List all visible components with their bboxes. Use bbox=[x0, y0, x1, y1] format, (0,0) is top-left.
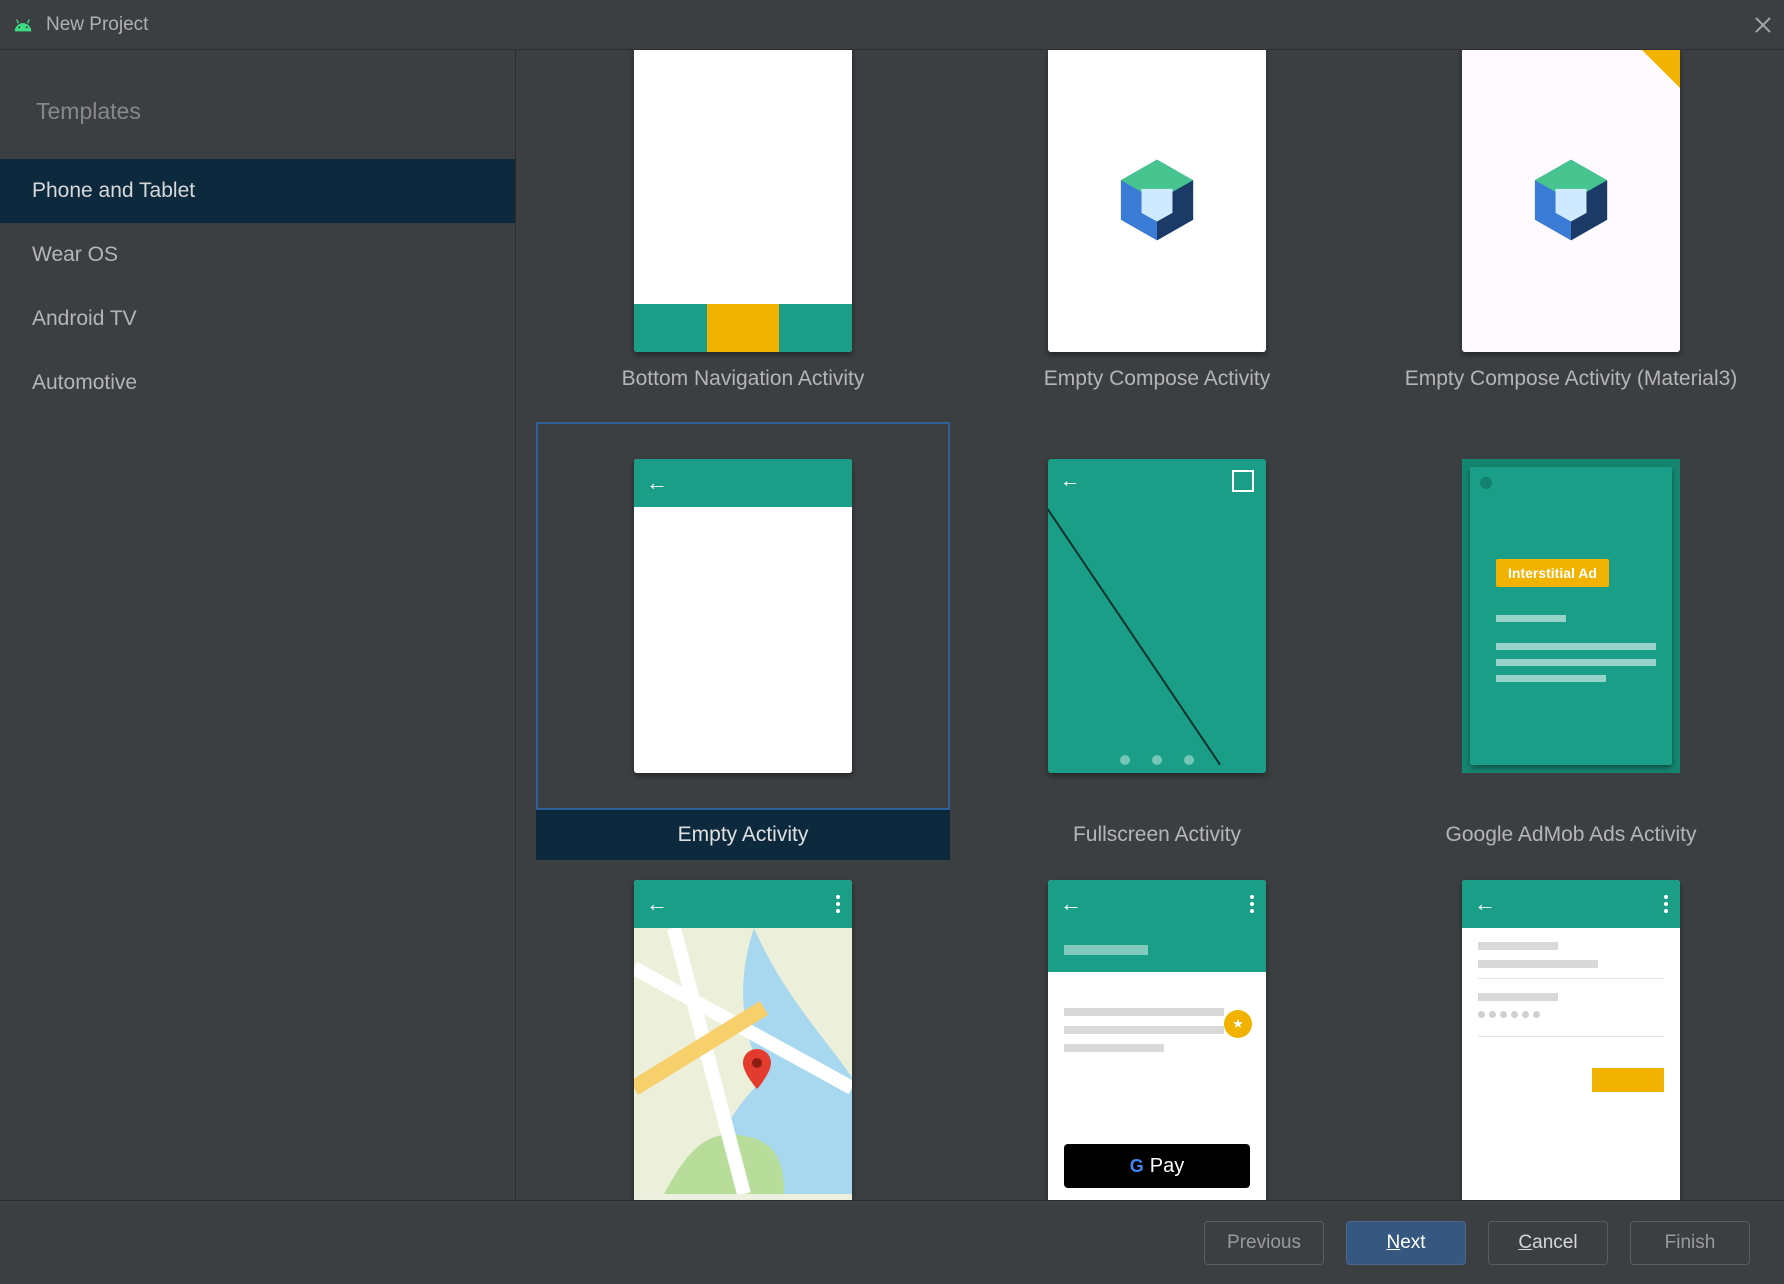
sidebar: Templates Phone and Tablet Wear OS Andro… bbox=[0, 50, 516, 1200]
template-thumbnail bbox=[536, 50, 950, 354]
back-arrow-icon: ← bbox=[1060, 891, 1082, 917]
template-fullscreen[interactable]: ← Fullscreen Activity bbox=[950, 422, 1364, 860]
template-google-pay[interactable]: ← G Pay bbox=[950, 878, 1364, 1200]
template-google-maps[interactable]: ← bbox=[536, 878, 950, 1200]
template-thumbnail: ← bbox=[536, 878, 950, 1200]
map-preview-icon bbox=[634, 928, 852, 1200]
back-arrow-icon: ← bbox=[1060, 470, 1080, 493]
star-fab-icon bbox=[1224, 1010, 1252, 1038]
android-icon bbox=[12, 18, 34, 32]
template-label: Google AdMob Ads Activity bbox=[1364, 810, 1778, 860]
sidebar-item-automotive[interactable]: Automotive bbox=[0, 351, 515, 415]
template-empty-compose-m3[interactable]: Empty Compose Activity (Material3) bbox=[1364, 50, 1778, 404]
wizard-footer: Previous Next Cancel Finish bbox=[0, 1200, 1784, 1284]
overflow-menu-icon bbox=[1250, 895, 1254, 913]
template-empty-activity[interactable]: ← Empty Activity bbox=[536, 422, 950, 860]
login-button-icon bbox=[1592, 1068, 1664, 1092]
template-thumbnail: ← bbox=[536, 422, 950, 810]
template-empty-compose[interactable]: Empty Compose Activity bbox=[950, 50, 1364, 404]
interstitial-ad-badge: Interstitial Ad bbox=[1496, 559, 1609, 587]
sidebar-item-phone-tablet[interactable]: Phone and Tablet bbox=[0, 159, 515, 223]
template-bottom-navigation[interactable]: Bottom Navigation Activity bbox=[536, 50, 950, 404]
button-label: Next bbox=[1386, 1232, 1425, 1254]
cancel-button[interactable]: Cancel bbox=[1488, 1221, 1608, 1265]
template-login[interactable]: ← bbox=[1364, 878, 1778, 1200]
titlebar: New Project bbox=[0, 0, 1784, 50]
status-dot-icon bbox=[1480, 477, 1492, 489]
template-thumbnail: ← G Pay bbox=[950, 878, 1364, 1200]
overflow-menu-icon bbox=[1664, 895, 1668, 913]
template-gallery: Bottom Navigation Activity bbox=[516, 50, 1784, 1200]
sidebar-item-label: Phone and Tablet bbox=[32, 179, 195, 203]
button-label: Cancel bbox=[1518, 1232, 1577, 1254]
template-thumbnail: Interstitial Ad bbox=[1364, 422, 1778, 810]
back-arrow-icon: ← bbox=[1474, 891, 1496, 917]
template-thumbnail: ← bbox=[950, 422, 1364, 810]
sidebar-item-label: Automotive bbox=[32, 371, 137, 395]
bottom-nav-icon bbox=[634, 304, 852, 352]
button-label: Finish bbox=[1665, 1232, 1716, 1254]
pager-dots-icon bbox=[1048, 755, 1266, 765]
template-label: Empty Activity bbox=[536, 810, 950, 860]
template-thumbnail bbox=[950, 50, 1364, 354]
sidebar-heading: Templates bbox=[0, 98, 515, 159]
next-button[interactable]: Next bbox=[1346, 1221, 1466, 1265]
template-label: Fullscreen Activity bbox=[950, 810, 1364, 860]
sidebar-item-android-tv[interactable]: Android TV bbox=[0, 287, 515, 351]
template-thumbnail bbox=[1364, 50, 1778, 354]
sidebar-item-label: Wear OS bbox=[32, 243, 118, 267]
window-title: New Project bbox=[46, 14, 148, 36]
compose-icon bbox=[1528, 151, 1614, 249]
previous-button[interactable]: Previous bbox=[1204, 1221, 1324, 1265]
fullscreen-icon bbox=[1232, 470, 1254, 492]
password-dots-icon bbox=[1478, 1011, 1664, 1018]
template-thumbnail: ← bbox=[1364, 878, 1778, 1200]
google-pay-icon: G Pay bbox=[1064, 1144, 1250, 1188]
sidebar-item-wear-os[interactable]: Wear OS bbox=[0, 223, 515, 287]
close-icon[interactable] bbox=[1754, 16, 1772, 34]
button-label: Previous bbox=[1227, 1232, 1301, 1254]
template-admob[interactable]: Interstitial Ad Google AdMob Ads Activit… bbox=[1364, 422, 1778, 860]
template-label: Empty Compose Activity bbox=[950, 354, 1364, 404]
sidebar-item-label: Android TV bbox=[32, 307, 137, 331]
back-arrow-icon: ← bbox=[646, 470, 668, 496]
template-label: Empty Compose Activity (Material3) bbox=[1364, 354, 1778, 404]
overflow-menu-icon bbox=[836, 895, 840, 913]
template-label: Bottom Navigation Activity bbox=[536, 354, 950, 404]
finish-button[interactable]: Finish bbox=[1630, 1221, 1750, 1265]
compose-icon bbox=[1114, 151, 1200, 249]
back-arrow-icon: ← bbox=[646, 891, 668, 917]
